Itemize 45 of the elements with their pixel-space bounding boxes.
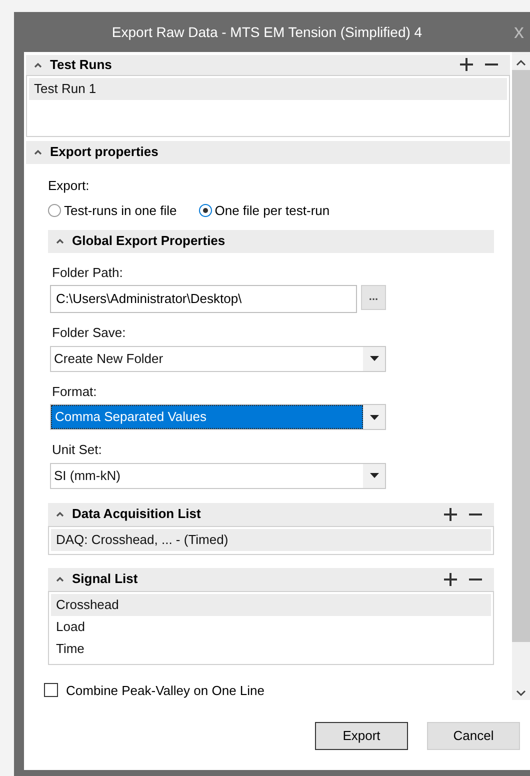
section-header[interactable]: Test Runs xyxy=(26,55,510,74)
section-header[interactable]: Data Acquisition List xyxy=(48,502,494,526)
radio-button[interactable] xyxy=(48,204,61,218)
section-title: Export properties xyxy=(50,143,158,162)
dialog-button[interactable]: Export xyxy=(315,722,408,750)
section-title: Signal List xyxy=(72,570,138,588)
section-header[interactable]: Global Export Properties xyxy=(48,230,494,252)
collapse-icon[interactable] xyxy=(34,149,42,155)
collapse-icon[interactable] xyxy=(56,511,64,517)
list-item[interactable]: Test Run 1 xyxy=(29,78,507,100)
section-title: Test Runs xyxy=(50,56,112,74)
section-header[interactable]: Export properties xyxy=(26,140,510,164)
scroll-up-icon[interactable] xyxy=(516,60,526,66)
radio-label: One file per test-run xyxy=(214,202,330,220)
field-label: Folder Path: xyxy=(51,264,124,282)
dropdown[interactable]: Create New Folder xyxy=(50,346,386,372)
collapse-icon[interactable] xyxy=(56,576,64,582)
dropdown[interactable]: Comma Separated Values xyxy=(50,404,386,430)
section-header[interactable]: Signal List xyxy=(48,568,494,590)
window-title: Export Raw Data - MTS EM Tension (Simplified) 4 xyxy=(112,22,424,42)
radio-button[interactable] xyxy=(198,204,212,218)
radio-label: Test-runs in one file xyxy=(64,202,177,220)
field-label: Folder Save: xyxy=(51,324,127,342)
dropdown-arrow-icon xyxy=(370,473,378,478)
section-title: Global Export Properties xyxy=(72,232,226,250)
dropdown-arrow-icon xyxy=(370,356,378,361)
field-label: Format: xyxy=(51,382,98,400)
scroll-down-icon[interactable] xyxy=(516,690,526,696)
list-item[interactable]: DAQ: Crosshead, ... - (Timed) xyxy=(51,528,491,550)
collapse-icon[interactable] xyxy=(34,62,42,68)
dialog-button[interactable]: Cancel xyxy=(427,722,520,750)
export-label: Export: xyxy=(48,176,90,195)
checkbox-label: Combine Peak-Valley on One Line xyxy=(66,682,264,700)
add-icon[interactable] xyxy=(444,508,457,520)
checkbox[interactable] xyxy=(44,683,58,698)
browse-button[interactable]: ... xyxy=(361,285,386,310)
folder-path-field[interactable]: C:\Users\Administrator\Desktop\ xyxy=(50,285,357,313)
field-label: Unit Set: xyxy=(51,441,103,459)
list-item[interactable]: Crosshead xyxy=(51,594,491,616)
section-title: Data Acquisition List xyxy=(72,505,201,524)
add-icon[interactable] xyxy=(444,572,457,586)
dropdown-arrow-icon xyxy=(370,414,378,420)
dropdown[interactable]: SI (mm-kN) xyxy=(50,462,386,488)
add-icon[interactable] xyxy=(460,58,473,72)
collapse-icon[interactable] xyxy=(56,238,64,244)
